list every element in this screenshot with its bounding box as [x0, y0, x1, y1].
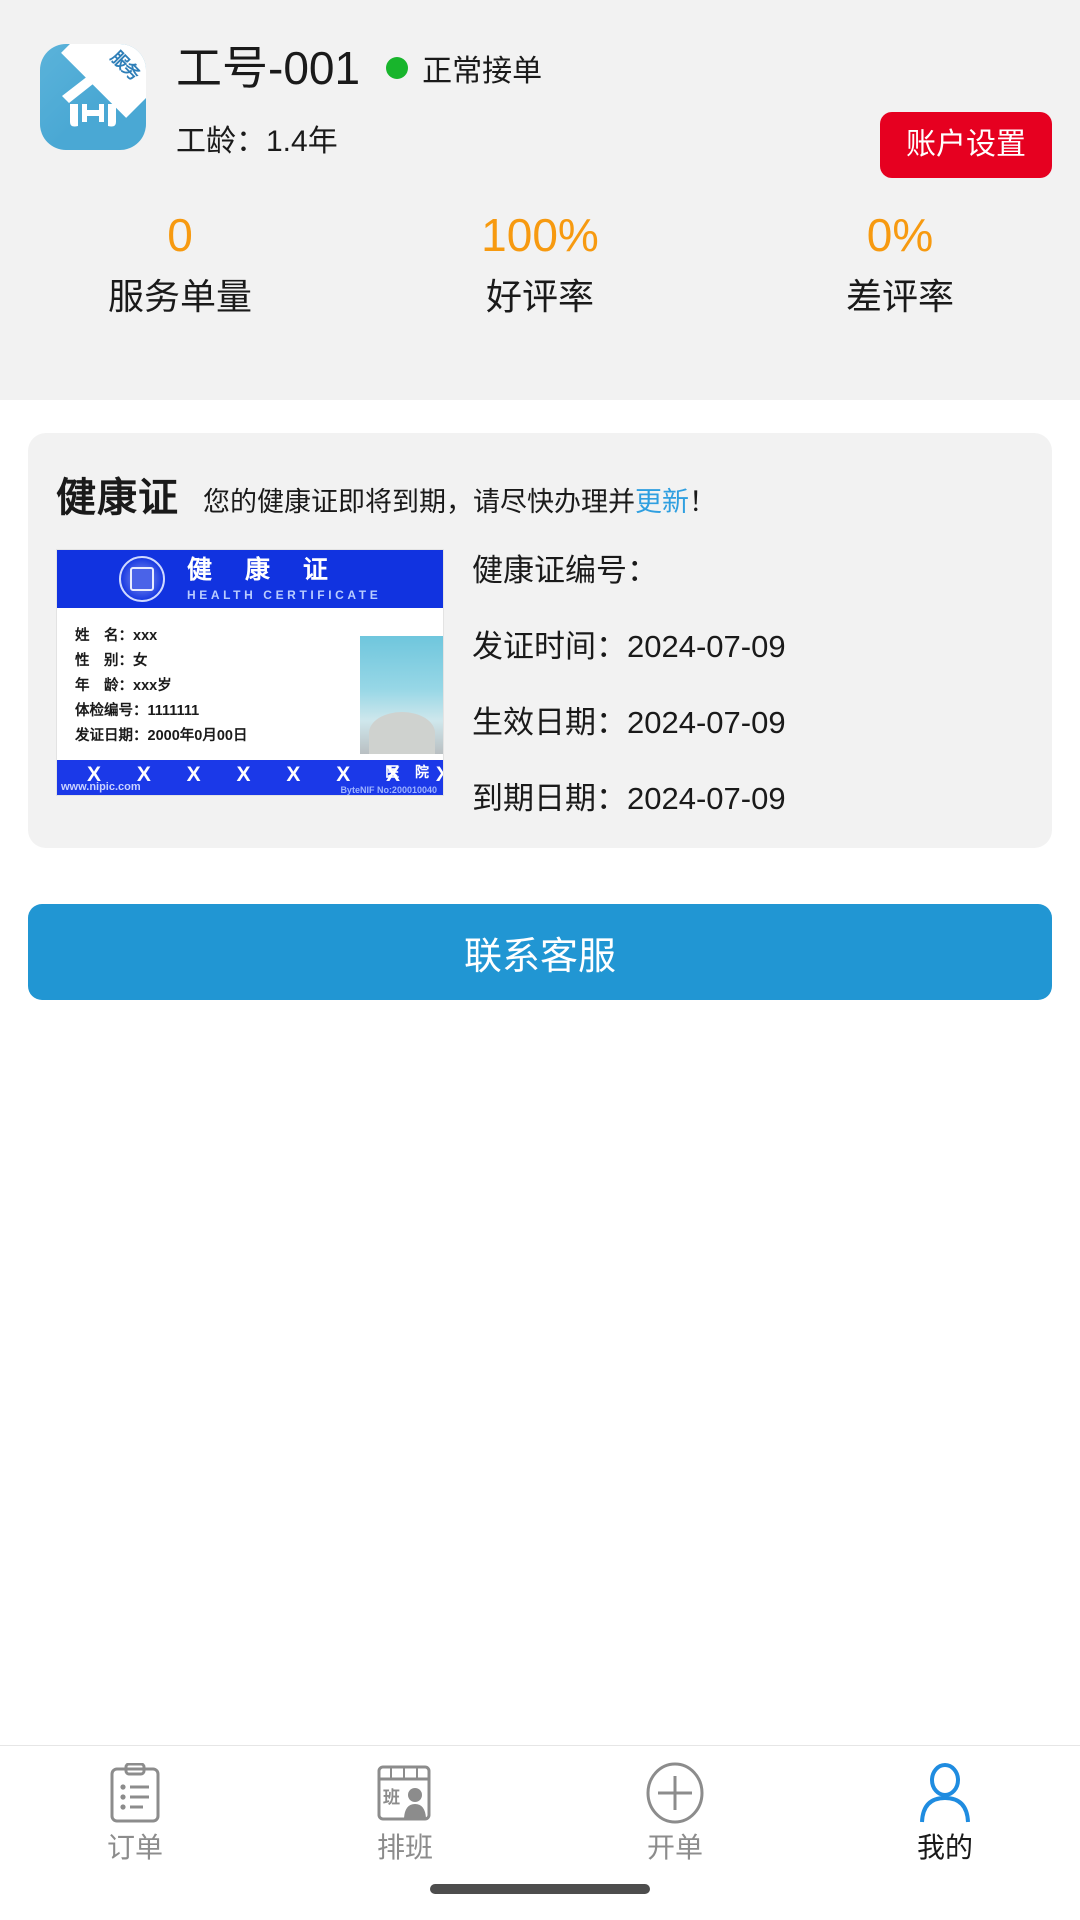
tab-label: 开单	[646, 1832, 703, 1863]
certificate-byte-id: ByteNIF No:200010040	[340, 785, 437, 795]
stat-value: 0	[167, 209, 193, 261]
cert-info-expiry-date: 到期日期：2024-07-09	[472, 781, 786, 816]
stat-label: 差评率	[845, 275, 954, 317]
notice-suffix-text: ！	[689, 487, 716, 517]
cert-info-issue-time: 发证时间：2024-07-09	[472, 629, 786, 664]
certificate-title-cn: 健 康 证	[187, 555, 341, 584]
worker-id-label: 工号-001	[176, 42, 361, 94]
certificate-watermark: www.nipic.com	[61, 781, 141, 793]
certificate-header-text: 健 康 证 HEALTH CERTIFICATE	[187, 555, 382, 602]
cert-info-effective-date: 生效日期：2024-07-09	[472, 705, 786, 740]
bottom-tab-bar: 订单 班 排班 开单 我的	[0, 1745, 1080, 1920]
svg-text:班: 班	[383, 1788, 400, 1807]
health-certificate-body: 健 康 证 HEALTH CERTIFICATE 姓 名：xxx 性 别：女 年…	[56, 549, 1024, 814]
person-icon	[810, 1762, 1080, 1824]
stat-label: 好评率	[485, 275, 594, 317]
certificate-emblem-icon	[119, 556, 165, 602]
home-indicator	[430, 1884, 650, 1894]
health-certificate-image[interactable]: 健 康 证 HEALTH CERTIFICATE 姓 名：xxx 性 别：女 年…	[56, 549, 444, 796]
worker-name-line: 工号-001 正常接单	[176, 42, 542, 94]
health-certificate-title: 健康证	[56, 476, 179, 520]
schedule-person-icon: 班	[270, 1762, 540, 1824]
tab-label: 订单	[106, 1832, 163, 1863]
status-label: 正常接单	[422, 55, 543, 89]
stat-item-orders: 0 服务单量	[0, 210, 360, 316]
stat-value: 100%	[481, 209, 599, 261]
tab-schedule[interactable]: 班 排班	[270, 1762, 540, 1862]
tab-label: 我的	[916, 1832, 973, 1863]
logo-house-glyph	[62, 72, 124, 127]
cert-info-number: 健康证编号：	[472, 553, 658, 588]
status-badge: 正常接单	[386, 46, 542, 90]
app-logo-icon: 服务	[40, 44, 146, 150]
tab-orders[interactable]: 订单	[0, 1762, 270, 1862]
profile-text-block: 工号-001 正常接单 工龄：1.4年	[176, 42, 542, 160]
certificate-image-header: 健 康 证 HEALTH CERTIFICATE	[57, 550, 443, 608]
clipboard-list-icon	[0, 1762, 270, 1824]
certificate-title-en: HEALTH CERTIFICATE	[187, 587, 382, 602]
stat-item-good-rate: 100% 好评率	[360, 210, 720, 316]
contact-support-button[interactable]: 联系客服	[28, 904, 1052, 1000]
certificate-portrait-photo	[360, 636, 443, 754]
health-certificate-notice: 您的健康证即将到期，请尽快办理并更新！	[203, 480, 716, 519]
certificate-image-main: 姓 名：xxx 性 别：女 年 龄：xxx岁 体检编号：1111111 发证日期…	[57, 608, 443, 760]
tab-label: 排班	[376, 1832, 433, 1863]
health-certificate-info-list: 健康证编号： 发证时间：2024-07-09 生效日期：2024-07-09 到…	[472, 549, 1024, 814]
stat-value: 0%	[866, 209, 934, 261]
stats-row: 0 服务单量 100% 好评率 0% 差评率	[0, 210, 1080, 316]
tab-profile[interactable]: 我的	[810, 1762, 1080, 1862]
health-certificate-card: 健康证 您的健康证即将到期，请尽快办理并更新！ 健 康 证 HEALTH CER…	[28, 433, 1052, 848]
status-dot-icon	[386, 57, 409, 80]
notice-prefix-text: 您的健康证即将到期，请尽快办理并	[203, 487, 635, 517]
tab-create-order[interactable]: 开单	[540, 1762, 810, 1862]
update-link[interactable]: 更新	[635, 487, 689, 517]
certificate-hospital-label: 医 院	[385, 764, 435, 780]
seniority-label: 工龄：1.4年	[176, 125, 338, 159]
certificate-image-footer: X X X X X X X X X X X www.nipic.com 医 院 …	[57, 760, 443, 795]
profile-header-section: 服务 工号-001 正常接单 工龄：1.4年 账户设置 0 服务单量 100% …	[0, 0, 1080, 400]
stat-label: 服务单量	[107, 275, 252, 317]
plus-circle-icon	[540, 1762, 810, 1824]
stat-item-bad-rate: 0% 差评率	[720, 210, 1080, 316]
health-certificate-header: 健康证 您的健康证即将到期，请尽快办理并更新！	[56, 465, 1024, 523]
account-settings-button[interactable]: 账户设置	[880, 112, 1052, 178]
